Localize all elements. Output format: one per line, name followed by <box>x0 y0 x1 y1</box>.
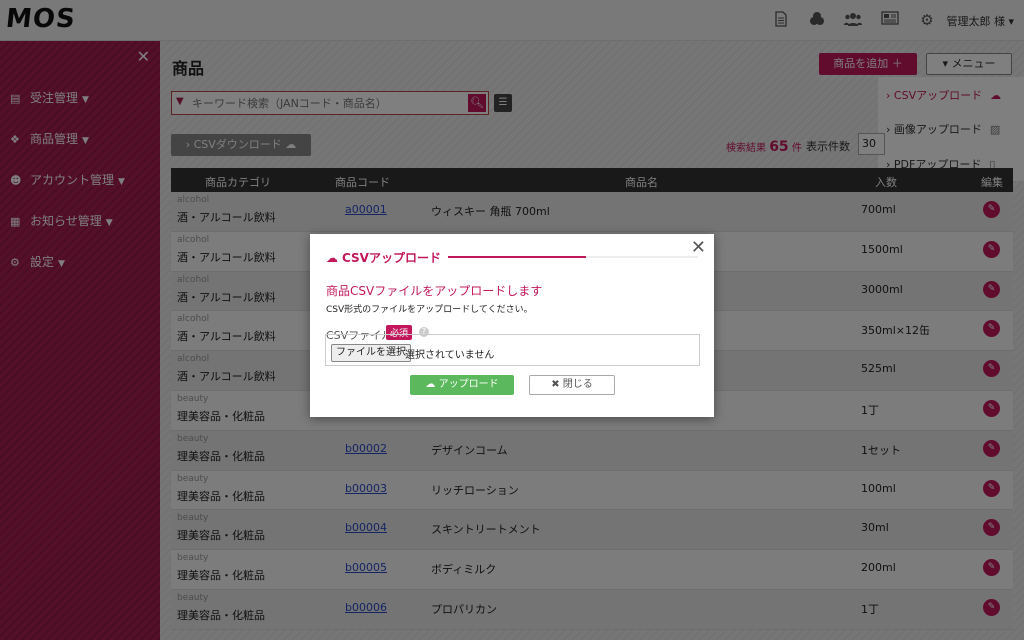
modal-heading: 商品CSVファイルをアップロードします <box>326 284 543 298</box>
file-status: 選択されていません <box>405 350 495 361</box>
close-button-label: 閉じる <box>562 379 593 390</box>
modal-title: ☁ CSVアップロード <box>326 249 441 266</box>
modal-title-rule <box>448 256 698 258</box>
modal-title-text: CSVアップロード <box>342 251 441 265</box>
cloud-upload-icon: ☁ <box>326 251 338 265</box>
csv-upload-modal: ✕ ☁ CSVアップロード 商品CSVファイルをアップロードします CSV形式のフ… <box>310 234 714 417</box>
close-icon[interactable]: ✕ <box>691 237 706 258</box>
close-button[interactable]: ✖ 閉じる <box>529 375 615 395</box>
modal-description: CSV形式のファイルをアップロードしてください。 <box>326 305 533 315</box>
close-icon: ✖ <box>551 379 560 390</box>
upload-button[interactable]: ☁ アップロード <box>410 375 514 395</box>
choose-file-button[interactable]: ファイルを選択 <box>331 344 411 362</box>
cloud-upload-icon: ☁ <box>425 379 436 390</box>
upload-button-label: アップロード <box>438 379 499 390</box>
file-input[interactable]: ファイルを選択 選択されていません <box>325 334 700 366</box>
modal-title-rule-accent <box>448 256 586 258</box>
